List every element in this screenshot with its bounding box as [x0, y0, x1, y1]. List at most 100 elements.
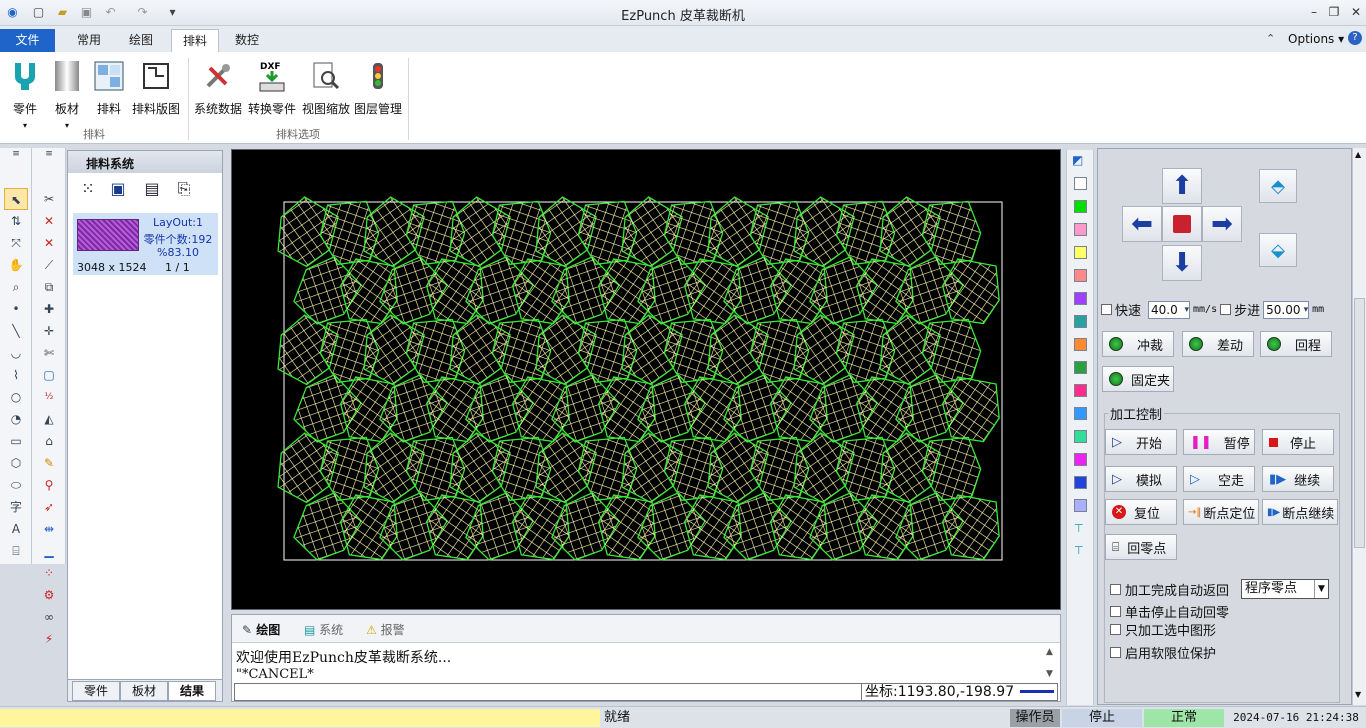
punch-up-button[interactable]: ⬘	[1259, 169, 1297, 203]
fast-speed-select[interactable]: 40.0 ▾	[1148, 300, 1191, 319]
grip-handle[interactable]: ≡	[4, 148, 28, 188]
export-icon[interactable]: ⎘	[172, 179, 196, 203]
gear-tool-icon[interactable]: ⚙	[37, 584, 61, 606]
single-stop-checkbox[interactable]	[1110, 606, 1121, 617]
clamp-button[interactable]: 固定夹	[1102, 366, 1174, 392]
sheet-button[interactable]: 板材 ▾	[50, 58, 84, 130]
tab-results[interactable]: 结果	[168, 681, 216, 701]
move-left-button[interactable]: ⬅	[1122, 206, 1162, 242]
cut-tool-icon[interactable]: ✄	[37, 342, 61, 364]
step-size-select[interactable]: 50.00 ▾	[1263, 300, 1310, 319]
home-button[interactable]: ⌸ 回零点	[1105, 534, 1177, 560]
text-tool-icon[interactable]: 字	[4, 496, 28, 518]
restore-icon[interactable]: ❐	[1324, 3, 1344, 21]
view-zoom-button[interactable]: 视图缩放	[300, 58, 352, 122]
scroll-up-icon[interactable]: ▲	[1046, 647, 1053, 657]
scroll-thumb[interactable]	[1354, 298, 1365, 548]
layer-bottom-icon[interactable]: ⊤	[1074, 544, 1084, 557]
zoom-tool-icon[interactable]: ⌕	[4, 276, 28, 298]
layer-top-icon[interactable]: ⊤	[1074, 522, 1084, 535]
node-edit-icon[interactable]: ⇅	[4, 210, 28, 232]
layout-button[interactable]: 排料版图	[130, 58, 182, 122]
reset-button[interactable]: ✕ 复位	[1105, 499, 1177, 525]
line-tool-icon[interactable]: ╲	[4, 320, 28, 342]
cross-tool-icon[interactable]: ✚	[37, 298, 61, 320]
breakpoint-locate-button[interactable]: →‖ 断点定位	[1183, 499, 1259, 525]
arc-tool-icon[interactable]: ◡	[4, 342, 28, 364]
part-button[interactable]: 零件 ▾	[6, 58, 44, 130]
layer-color-swatch[interactable]	[1074, 407, 1087, 420]
polygon-tool-icon[interactable]: ⬡	[4, 452, 28, 474]
dry-run-button[interactable]: ▷ 空走	[1183, 466, 1255, 492]
delete-segment-icon[interactable]: ✕	[37, 210, 61, 232]
layer-color-swatch[interactable]	[1074, 246, 1087, 259]
extend-tool-icon[interactable]: ⟋	[37, 254, 61, 276]
step-checkbox[interactable]	[1220, 304, 1232, 315]
layer-color-swatch[interactable]	[1074, 292, 1087, 305]
collapse-ribbon-icon[interactable]: ⌃	[1266, 32, 1275, 45]
copy-tool-icon[interactable]: ⧉	[37, 276, 61, 298]
font-tool-icon[interactable]: A	[4, 518, 28, 540]
resume-button[interactable]: ▮▶ 继续	[1262, 466, 1334, 492]
punch-button[interactable]: 冲裁	[1102, 331, 1174, 357]
link-tool-icon[interactable]: ∞	[37, 606, 61, 628]
half-tool-icon[interactable]: ½	[37, 386, 61, 408]
layer-color-swatch[interactable]	[1074, 315, 1087, 328]
tab-system-log[interactable]: ▤ 系统	[304, 620, 343, 640]
grip-handle[interactable]: ≡	[37, 148, 61, 188]
tab-alarm-log[interactable]: ⚠ 报警	[366, 620, 405, 640]
drawing-canvas[interactable]	[231, 149, 1061, 610]
tab-drawing-log[interactable]: ✎ 绘图	[242, 620, 280, 640]
stamp-tool-icon[interactable]: ⌸	[4, 540, 28, 562]
pan-hand-icon[interactable]: ✋	[4, 254, 28, 276]
fill-tool-icon[interactable]: ◭	[37, 408, 61, 430]
breakpoint-resume-button[interactable]: ▮▶ 断点继续	[1262, 499, 1338, 525]
frame-tool-icon[interactable]: ▢	[37, 364, 61, 386]
jog-button[interactable]: 差动	[1182, 331, 1254, 357]
right-scrollbar[interactable]: ▲ ▼	[1352, 148, 1366, 705]
convert-part-button[interactable]: DXF 转换零件	[246, 58, 298, 122]
trim-tool-icon[interactable]: ✂	[37, 188, 61, 210]
layer-color-swatch[interactable]	[1074, 453, 1087, 466]
eraser-icon[interactable]: ◩	[1072, 153, 1083, 167]
layer-color-swatch[interactable]	[1074, 223, 1087, 236]
options-menu[interactable]: Options ▾	[1288, 32, 1344, 46]
tab-parts[interactable]: 零件	[72, 681, 120, 701]
close-icon[interactable]: ✕	[1346, 3, 1366, 21]
move-down-button[interactable]: ⬇	[1162, 245, 1202, 281]
return-button[interactable]: 回程	[1260, 331, 1332, 357]
minimize-icon[interactable]: –	[1304, 3, 1324, 21]
auto-return-checkbox[interactable]	[1110, 583, 1121, 595]
move-up-button[interactable]: ⬆	[1162, 168, 1202, 204]
scroll-up-icon[interactable]: ▲	[1355, 150, 1361, 159]
select-tool-icon[interactable]: ⬉	[4, 188, 28, 210]
stamp-tool-icon[interactable]: ⌂	[37, 430, 61, 452]
layer-color-swatch[interactable]	[1074, 430, 1087, 443]
tab-cnc[interactable]: 数控	[226, 29, 268, 52]
help-icon[interactable]: ?	[1348, 31, 1362, 45]
chart-report-icon[interactable]: ▤	[140, 179, 164, 203]
tab-file[interactable]: 文件	[0, 29, 55, 52]
offset-tool-icon[interactable]: ✛	[37, 320, 61, 342]
layer-color-swatch[interactable]	[1074, 200, 1087, 213]
circle-tool-icon[interactable]: ○	[4, 386, 28, 408]
wand-tool-icon[interactable]: ⚡	[37, 628, 61, 650]
break-tool-icon[interactable]: ✕	[37, 232, 61, 254]
pause-button[interactable]: ❚❚ 暂停	[1183, 429, 1255, 455]
pen-tool-icon[interactable]: ✎	[37, 452, 61, 474]
layer-color-swatch[interactable]	[1074, 384, 1087, 397]
array-tool-icon[interactable]: ⁘	[37, 562, 61, 584]
layout-item[interactable]: LayOut:1 零件个数:192 %83.10 3048 x 1524 1 /…	[73, 213, 218, 275]
stop-motion-button[interactable]	[1162, 206, 1202, 242]
arc3-tool-icon[interactable]: ◔	[4, 408, 28, 430]
layer-color-swatch[interactable]	[1074, 499, 1087, 512]
pin-tool-icon[interactable]: ⚲	[37, 474, 61, 496]
system-data-button[interactable]: 系统数据	[192, 58, 244, 122]
move-tool-icon[interactable]: ⤧	[4, 232, 28, 254]
simulate-button[interactable]: ▷ 模拟	[1105, 466, 1177, 492]
soft-limit-checkbox[interactable]	[1110, 647, 1121, 658]
tab-draw[interactable]: 绘图	[120, 29, 162, 52]
marker-tool-icon[interactable]: ➶	[37, 496, 61, 518]
only-selected-checkbox[interactable]	[1110, 624, 1121, 635]
scroll-down-icon[interactable]: ▼	[1355, 690, 1361, 699]
